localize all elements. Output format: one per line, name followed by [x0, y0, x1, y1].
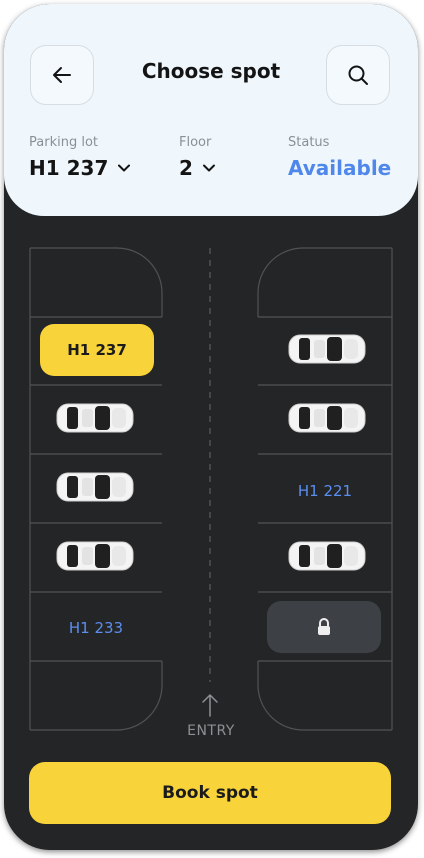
status-label: Status: [288, 135, 330, 150]
phone-screen: Choose spot Parking lot H1 237 Floor 2 S…: [4, 4, 418, 850]
spot-available-h1-221[interactable]: H1 221: [258, 482, 392, 500]
car-icon: [288, 403, 366, 433]
book-spot-button[interactable]: Book spot: [29, 762, 391, 824]
car-icon: [56, 403, 134, 433]
car-icon: [56, 472, 134, 502]
spot-label: H1 237: [67, 341, 127, 359]
car-icon: [288, 541, 366, 571]
floor-value: 2: [179, 156, 193, 180]
lock-icon: [318, 618, 330, 635]
entry-label: ENTRY: [187, 723, 235, 739]
spot-locked: [267, 601, 381, 653]
parking-lot-select[interactable]: H1 237: [29, 156, 131, 180]
car-icon: [288, 334, 366, 364]
floor-select[interactable]: 2: [179, 156, 216, 180]
header-panel: Choose spot Parking lot H1 237 Floor 2 S…: [4, 4, 418, 216]
search-button[interactable]: [326, 45, 390, 105]
search-icon: [348, 65, 368, 85]
floor-label: Floor: [179, 135, 212, 150]
parking-lot-value: H1 237: [29, 156, 109, 180]
chevron-down-icon: [202, 164, 215, 172]
spot-selected[interactable]: H1 237: [40, 324, 154, 376]
parking-lot-label: Parking lot: [29, 135, 98, 150]
arrow-up-icon: [202, 694, 218, 717]
car-icon: [56, 541, 134, 571]
status-value[interactable]: Available: [288, 156, 391, 180]
spot-available-h1-233[interactable]: H1 233: [30, 619, 162, 637]
chevron-down-icon: [118, 164, 131, 172]
